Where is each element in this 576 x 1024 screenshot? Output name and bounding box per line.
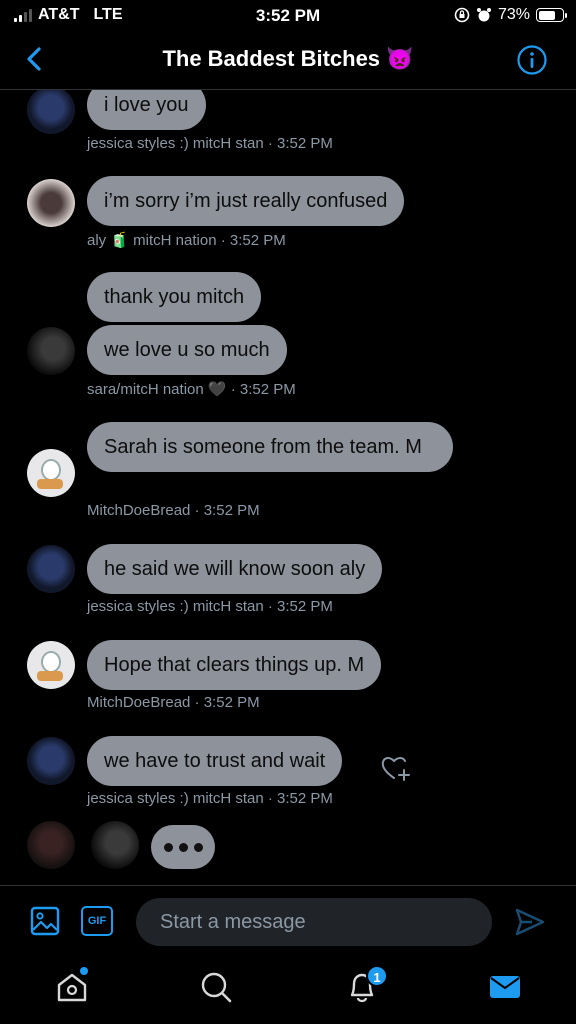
avatar[interactable] bbox=[27, 449, 75, 497]
battery-icon bbox=[536, 8, 567, 22]
typing-indicator bbox=[151, 825, 215, 869]
heart-plus-icon[interactable] bbox=[380, 753, 412, 783]
avatar[interactable] bbox=[27, 821, 75, 869]
message-meta: jessica styles :) mitcH stan · 3:52 PM bbox=[87, 598, 333, 615]
avatar[interactable] bbox=[27, 545, 75, 593]
message-bubble[interactable]: we love u so much bbox=[87, 325, 287, 375]
message-bubble[interactable]: i love you bbox=[87, 90, 206, 130]
message-meta: jessica styles :) mitcH stan · 3:52 PM bbox=[87, 790, 333, 807]
gif-button[interactable]: GIF bbox=[81, 906, 113, 936]
message-list[interactable]: i love you jessica styles :) mitcH stan … bbox=[0, 90, 576, 885]
avatar[interactable] bbox=[27, 327, 75, 375]
conversation-header: The Baddest Bitches 👿 bbox=[0, 34, 576, 90]
message-bubble[interactable]: thank you mitch bbox=[87, 272, 262, 322]
home-badge-dot bbox=[80, 967, 88, 975]
message-meta: MitchDoeBread · 3:52 PM bbox=[87, 502, 260, 519]
alarm-icon bbox=[476, 8, 491, 22]
message-meta: MitchDoeBread · 3:52 PM bbox=[87, 694, 260, 711]
message-bubble[interactable]: Sarah is someone from the team. M bbox=[87, 422, 453, 472]
notifications-badge: 1 bbox=[366, 965, 388, 987]
send-icon[interactable] bbox=[514, 906, 546, 938]
conversation-title: The Baddest Bitches 👿 bbox=[162, 46, 414, 71]
image-icon[interactable] bbox=[30, 906, 60, 936]
message-input[interactable] bbox=[136, 898, 492, 946]
message-bubble[interactable]: i’m sorry i’m just really confused bbox=[87, 176, 405, 226]
avatar[interactable] bbox=[27, 737, 75, 785]
battery-level bbox=[538, 10, 556, 20]
rotation-lock-icon bbox=[454, 7, 470, 23]
info-icon[interactable] bbox=[516, 44, 548, 76]
avatar[interactable] bbox=[27, 641, 75, 689]
avatar[interactable] bbox=[27, 90, 75, 134]
message-bubble[interactable]: he said we will know soon aly bbox=[87, 544, 383, 594]
battery-percent: 73% bbox=[497, 6, 530, 23]
search-icon[interactable] bbox=[198, 969, 234, 1005]
avatar[interactable] bbox=[27, 179, 75, 227]
message-bubble[interactable]: we have to trust and wait bbox=[87, 736, 343, 786]
message-meta: jessica styles :) mitcH stan · 3:52 PM bbox=[87, 135, 333, 152]
bottom-tab-bar: 1 bbox=[0, 957, 576, 1024]
message-composer: GIF bbox=[0, 885, 576, 957]
status-right: 73% bbox=[454, 6, 567, 24]
message-bubble[interactable]: Hope that clears things up. M bbox=[87, 640, 382, 690]
status-bar: AT&T LTE 3:52 PM 73% bbox=[0, 0, 576, 34]
message-meta: aly 🧃 mitcH nation · 3:52 PM bbox=[87, 232, 286, 249]
messages-envelope-icon[interactable] bbox=[487, 969, 523, 1005]
avatar[interactable] bbox=[91, 821, 139, 869]
message-meta: sara/mitcH nation 🖤 · 3:52 PM bbox=[87, 381, 296, 398]
